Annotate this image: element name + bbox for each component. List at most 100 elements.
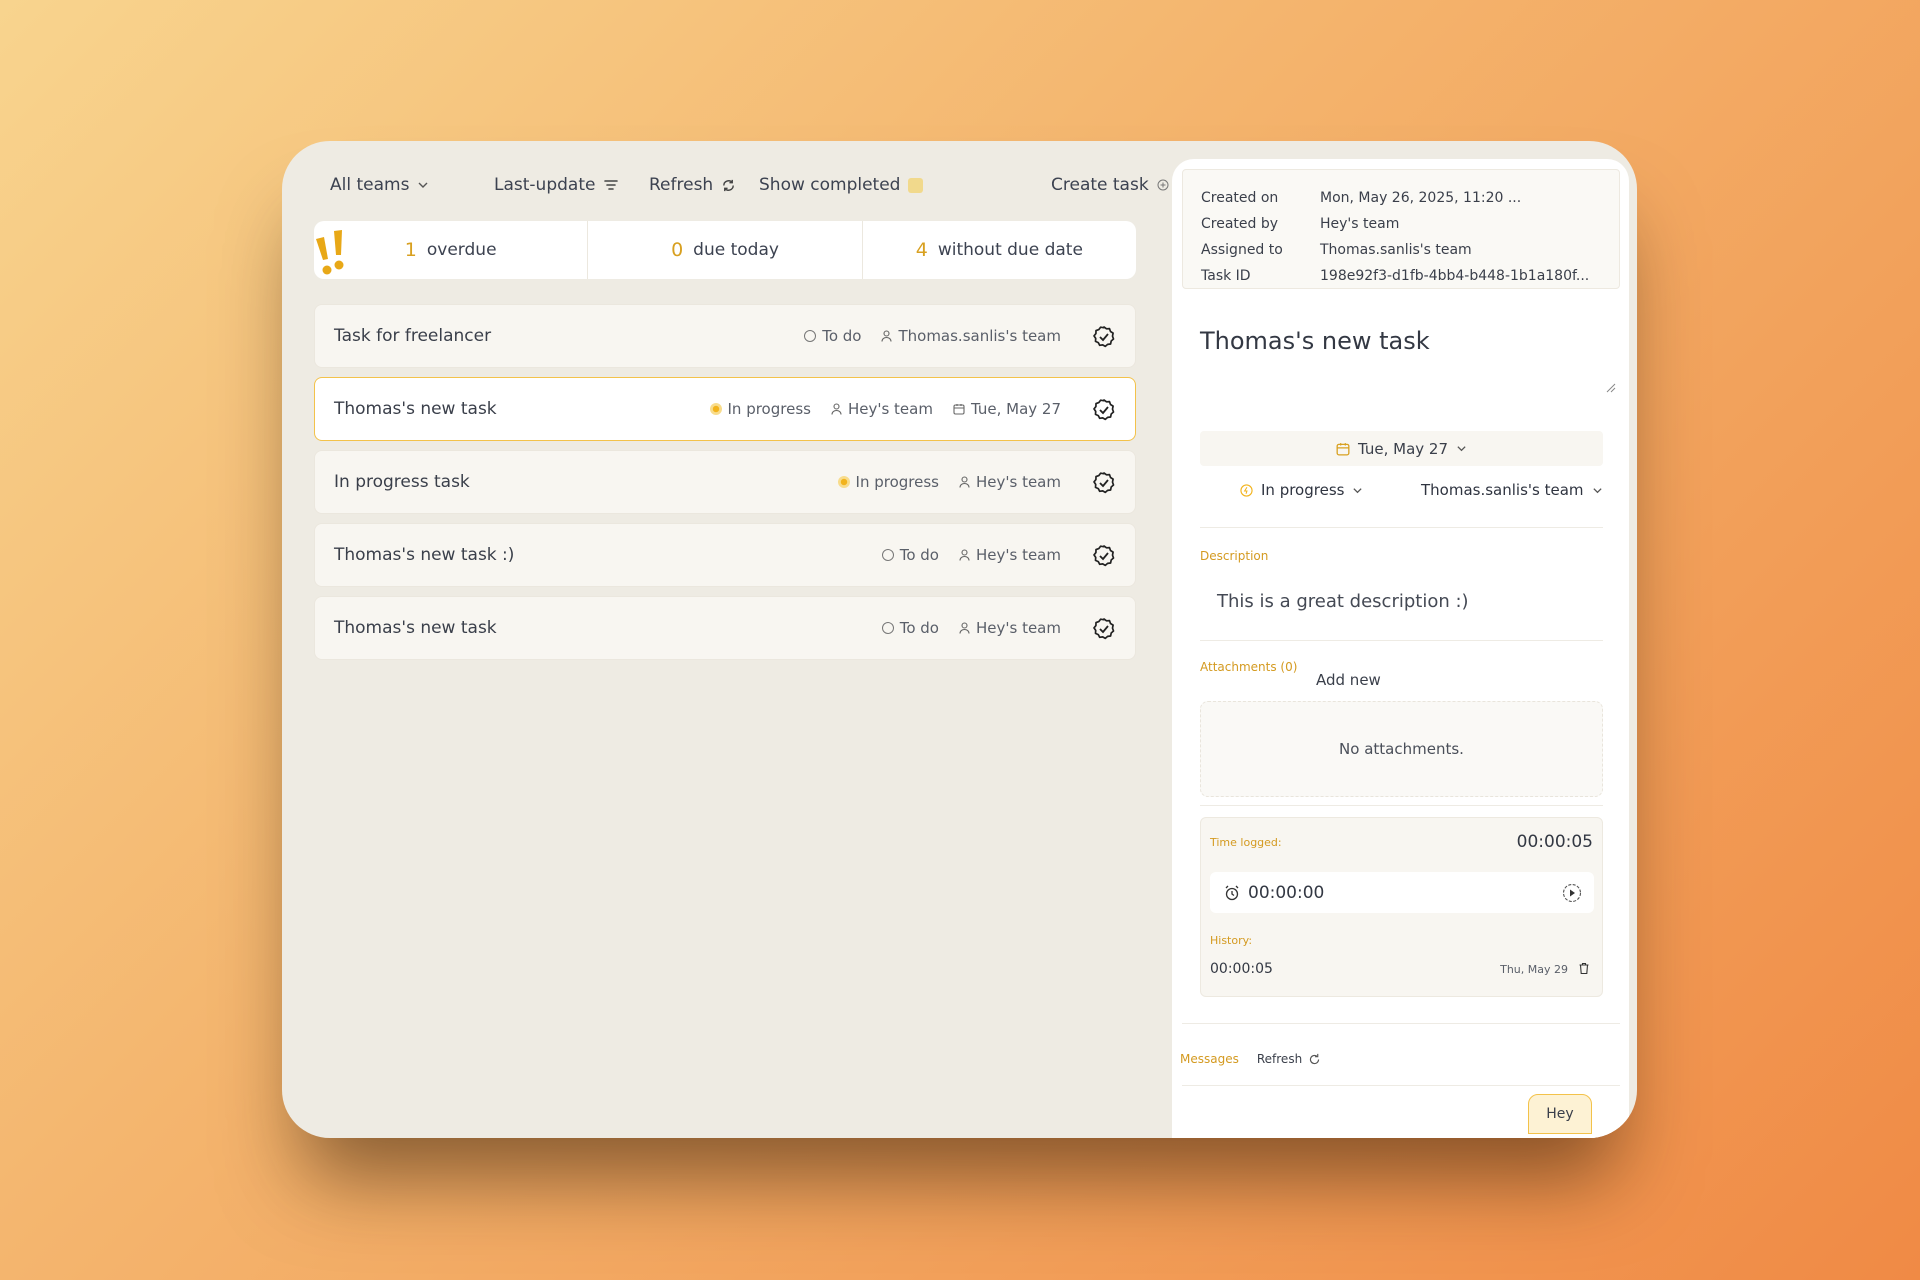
created-by-row: Created by Hey's team: [1201, 216, 1399, 232]
chevron-down-icon: [418, 182, 428, 188]
task-status-label: To do: [899, 619, 939, 637]
task-status-label: To do: [822, 327, 862, 345]
refresh-label: Refresh: [649, 175, 714, 195]
task-status-label: To do: [899, 546, 939, 564]
teams-filter-dropdown[interactable]: All teams: [330, 175, 429, 195]
show-completed-toggle[interactable]: Show completed: [759, 175, 924, 195]
task-team-label: Hey's team: [847, 400, 933, 418]
task-status[interactable]: In progress: [709, 400, 811, 418]
task-meta: In progress Hey's team: [837, 473, 1061, 491]
stat-due-today[interactable]: 0 due today: [588, 221, 863, 279]
due-today-label: due today: [693, 240, 779, 260]
user-icon: [881, 330, 893, 342]
task-id-row: Task ID 198e92f3-d1fb-4bb4-b448-1b1a180f.…: [1201, 268, 1589, 284]
task-list-panel: All teams Last-update Refresh Show compl…: [314, 141, 1169, 660]
task-title: Thomas's new task :): [334, 545, 515, 565]
task-status[interactable]: In progress: [837, 473, 939, 491]
refresh-button[interactable]: Refresh: [649, 175, 736, 195]
messages-label: Messages: [1180, 1052, 1239, 1066]
todo-status-icon: [804, 330, 817, 342]
description-input[interactable]: This is a great description :): [1217, 591, 1469, 612]
divider: [1200, 640, 1603, 641]
sort-dropdown[interactable]: Last-update: [494, 175, 619, 195]
task-title: Thomas's new task: [334, 618, 497, 638]
add-attachment-button[interactable]: Add new: [1316, 671, 1381, 689]
divider: [1200, 805, 1603, 806]
task-title: Task for freelancer: [334, 326, 492, 346]
task-id-label: Task ID: [1201, 268, 1251, 284]
chevron-down-icon: [1353, 487, 1363, 493]
trash-icon[interactable]: [1578, 962, 1590, 975]
task-team-label: Hey's team: [975, 473, 1061, 491]
assigned-to-label: Assigned to: [1201, 242, 1283, 258]
complete-task-icon[interactable]: [1092, 544, 1116, 568]
messages-refresh-button[interactable]: Refresh: [1257, 1052, 1321, 1066]
complete-task-icon[interactable]: [1092, 617, 1116, 641]
task-team-label: Hey's team: [975, 546, 1061, 564]
history-entry-date: Thu, May 29: [1500, 963, 1568, 976]
time-tracking-box: Time logged: 00:00:05 00:00:00 History: …: [1200, 817, 1603, 997]
status-value: In progress: [1261, 481, 1345, 499]
task-status[interactable]: To do: [804, 327, 861, 345]
message-bubble[interactable]: Hey: [1528, 1094, 1592, 1134]
create-task-button[interactable]: Create task: [1051, 175, 1169, 195]
timer-value: 00:00:00: [1248, 882, 1325, 903]
task-row[interactable]: In progress task In progress Hey's team: [314, 450, 1136, 514]
complete-task-icon[interactable]: [1092, 325, 1116, 349]
task-title: In progress task: [334, 472, 470, 492]
description-label: Description: [1200, 549, 1269, 563]
task-team[interactable]: Hey's team: [959, 546, 1061, 564]
due-date-picker[interactable]: Tue, May 27: [1200, 431, 1603, 466]
task-team[interactable]: Thomas.sanlis's team: [881, 327, 1061, 345]
task-title-input[interactable]: Thomas's new task: [1200, 327, 1430, 355]
task-team-label: Thomas.sanlis's team: [898, 327, 1061, 345]
show-completed-label: Show completed: [759, 175, 901, 195]
task-due-date[interactable]: Tue, May 27: [953, 400, 1061, 418]
stat-overdue[interactable]: 1 overdue: [314, 221, 589, 279]
task-team[interactable]: Hey's team: [959, 473, 1061, 491]
assigned-to-value: Thomas.sanlis's team: [1320, 242, 1472, 258]
stat-without-due-date[interactable]: 4 without due date: [863, 221, 1136, 279]
task-row[interactable]: Thomas's new task :) To do Hey's team: [314, 523, 1136, 587]
user-icon: [959, 622, 970, 634]
resize-handle-icon[interactable]: [1604, 381, 1616, 393]
exclamation-icon: [316, 230, 344, 275]
task-team-label: Hey's team: [975, 619, 1061, 637]
complete-task-icon[interactable]: [1092, 471, 1116, 495]
team-dropdown[interactable]: Thomas.sanlis's team: [1421, 481, 1603, 499]
task-stats-bar: 1 overdue 0 due today 4 without due date: [314, 221, 1136, 279]
task-meta: To do Hey's team: [881, 546, 1061, 564]
toolbar: All teams Last-update Refresh Show compl…: [314, 141, 1169, 227]
message-text: Hey: [1546, 1106, 1574, 1122]
task-info-box: Created on Mon, May 26, 2025, 11:20 ... C…: [1182, 169, 1620, 289]
task-title: Thomas's new task: [334, 399, 497, 419]
task-row-selected[interactable]: Thomas's new task In progress Hey's team…: [314, 377, 1136, 441]
play-icon[interactable]: [1562, 883, 1582, 903]
calendar-icon: [953, 404, 965, 415]
filter-icon: [604, 180, 619, 190]
history-label: History:: [1210, 934, 1253, 947]
task-team[interactable]: Hey's team: [959, 619, 1061, 637]
timer: 00:00:00: [1210, 872, 1594, 913]
task-row[interactable]: Task for freelancer To do Thomas.sanlis'…: [314, 304, 1136, 368]
chevron-down-icon: [1592, 487, 1602, 493]
status-dropdown[interactable]: In progress: [1240, 481, 1363, 499]
task-team[interactable]: Hey's team: [831, 400, 933, 418]
divider: [1182, 1023, 1620, 1024]
no-attachments-text: No attachments.: [1339, 740, 1464, 758]
created-by-value: Hey's team: [1320, 216, 1400, 232]
without-due-date-label: without due date: [937, 240, 1083, 260]
divider: [1200, 527, 1603, 528]
attachments-dropzone[interactable]: No attachments.: [1200, 701, 1603, 797]
complete-task-icon[interactable]: [1092, 398, 1116, 422]
task-status[interactable]: To do: [881, 619, 939, 637]
task-status[interactable]: To do: [881, 546, 939, 564]
assigned-to-row: Assigned to Thomas.sanlis's team: [1201, 242, 1472, 258]
task-row[interactable]: Thomas's new task To do Hey's team: [314, 596, 1136, 660]
due-date-value: Tue, May 27: [1357, 439, 1449, 458]
show-completed-checkbox[interactable]: [908, 177, 924, 193]
created-on-label: Created on: [1201, 190, 1279, 206]
overdue-count: 1: [404, 239, 417, 261]
overdue-label: overdue: [426, 240, 497, 260]
user-icon: [959, 476, 970, 488]
